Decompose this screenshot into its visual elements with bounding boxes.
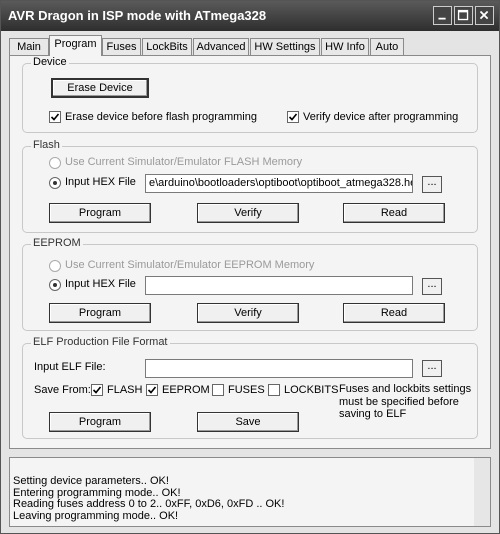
close-icon [479, 10, 489, 20]
eeprom-hex-radio[interactable] [49, 279, 61, 291]
main-window: AVR Dragon in ISP mode with ATmega328 Ma… [0, 0, 500, 534]
eeprom-browse-button[interactable]: ... [422, 278, 442, 295]
flash-browse-button[interactable]: ... [422, 176, 442, 193]
close-button[interactable] [475, 6, 494, 25]
log-scrollbar[interactable] [474, 458, 490, 526]
lockbits-checkbox[interactable] [268, 384, 280, 396]
tab-hw-settings[interactable]: HW Settings [250, 38, 320, 55]
eeprom-program-button[interactable]: Program [49, 303, 151, 323]
checkmark-icon [50, 113, 60, 121]
tab-advanced[interactable]: Advanced [193, 38, 249, 55]
eeprom-read-button[interactable]: Read [343, 303, 445, 323]
elf-save-button[interactable]: Save [197, 412, 299, 432]
checkmark-icon [288, 113, 298, 121]
title-bar[interactable]: AVR Dragon in ISP mode with ATmega328 [1, 1, 499, 31]
flash-read-button[interactable]: Read [343, 203, 445, 223]
flash-group: Flash Use Current Simulator/Emulator FLA… [22, 139, 478, 233]
device-group: Device Erase Device Erase device before … [22, 56, 478, 133]
eeprom-simulator-label: Use Current Simulator/Emulator EEPROM Me… [65, 259, 315, 271]
log-line: Reading fuses address 0 to 2.. 0xFF, 0xD… [13, 498, 285, 510]
flash-hex-radio[interactable] [49, 177, 61, 189]
program-panel: Device Erase Device Erase device before … [9, 55, 491, 449]
maximize-button[interactable] [454, 6, 473, 25]
eeprom-group-title: EEPROM [31, 237, 83, 249]
erase-before-flash-label: Erase device before flash programming [65, 111, 257, 123]
tab-program[interactable]: Program [49, 35, 102, 56]
flash-checkbox[interactable] [91, 384, 103, 396]
flash-simulator-label: Use Current Simulator/Emulator FLASH Mem… [65, 156, 303, 168]
elf-browse-button[interactable]: ... [422, 360, 442, 377]
log-line: Leaving programming mode.. OK! [13, 509, 179, 522]
tab-fuses[interactable]: Fuses [102, 38, 141, 55]
tab-main[interactable]: Main [9, 38, 49, 55]
checkmark-icon [92, 386, 102, 394]
eeprom-verify-button[interactable]: Verify [197, 303, 299, 323]
flash-program-button[interactable]: Program [49, 203, 151, 223]
log-line: Setting device parameters.. OK! [13, 475, 169, 487]
eeprom-checkbox-label: EEPROM [162, 384, 210, 396]
tab-lockbits[interactable]: LockBits [142, 38, 192, 55]
elf-input-label: Input ELF File: [34, 361, 106, 373]
elf-note-line: must be specified before [339, 395, 459, 408]
checkmark-icon [147, 386, 157, 394]
elf-note: Fuses and lockbits settings must be spec… [339, 383, 484, 421]
elf-note-line: saving to ELF [339, 408, 407, 420]
fuses-checkbox-label: FUSES [228, 384, 265, 396]
flash-checkbox-label: FLASH [107, 384, 143, 396]
tab-hw-info[interactable]: HW Info [321, 38, 369, 55]
status-log[interactable]: Setting device parameters.. OK! Entering… [9, 457, 491, 527]
minimize-icon [438, 17, 446, 20]
minimize-button[interactable] [433, 6, 452, 25]
flash-simulator-radio[interactable] [49, 157, 61, 169]
fuses-checkbox[interactable] [212, 384, 224, 396]
flash-hex-label: Input HEX File [65, 176, 136, 188]
elf-input-field[interactable] [145, 359, 413, 378]
window-title: AVR Dragon in ISP mode with ATmega328 [8, 8, 267, 23]
eeprom-simulator-radio[interactable] [49, 260, 61, 272]
elf-group: ELF Production File Format Input ELF Fil… [22, 336, 478, 439]
save-from-label: Save From: [34, 384, 91, 396]
elf-program-button[interactable]: Program [49, 412, 151, 432]
elf-note-line: Fuses and lockbits settings [339, 383, 472, 395]
eeprom-hex-label: Input HEX File [65, 278, 136, 290]
device-group-title: Device [31, 56, 69, 68]
flash-group-title: Flash [31, 139, 62, 151]
tab-auto[interactable]: Auto [370, 38, 404, 55]
lockbits-checkbox-label: LOCKBITS [284, 384, 339, 396]
flash-verify-button[interactable]: Verify [197, 203, 299, 223]
erase-before-flash-checkbox[interactable] [49, 111, 61, 123]
eeprom-checkbox[interactable] [146, 384, 158, 396]
elf-group-title: ELF Production File Format [31, 336, 170, 348]
eeprom-hex-path-field[interactable] [145, 276, 413, 295]
verify-after-label: Verify device after programming [303, 111, 459, 123]
maximize-icon [457, 9, 469, 21]
flash-hex-path-field[interactable]: e\arduino\bootloaders\optiboot\optiboot_… [145, 174, 413, 193]
erase-device-button[interactable]: Erase Device [51, 78, 149, 98]
verify-after-checkbox[interactable] [287, 111, 299, 123]
eeprom-group: EEPROM Use Current Simulator/Emulator EE… [22, 237, 478, 331]
